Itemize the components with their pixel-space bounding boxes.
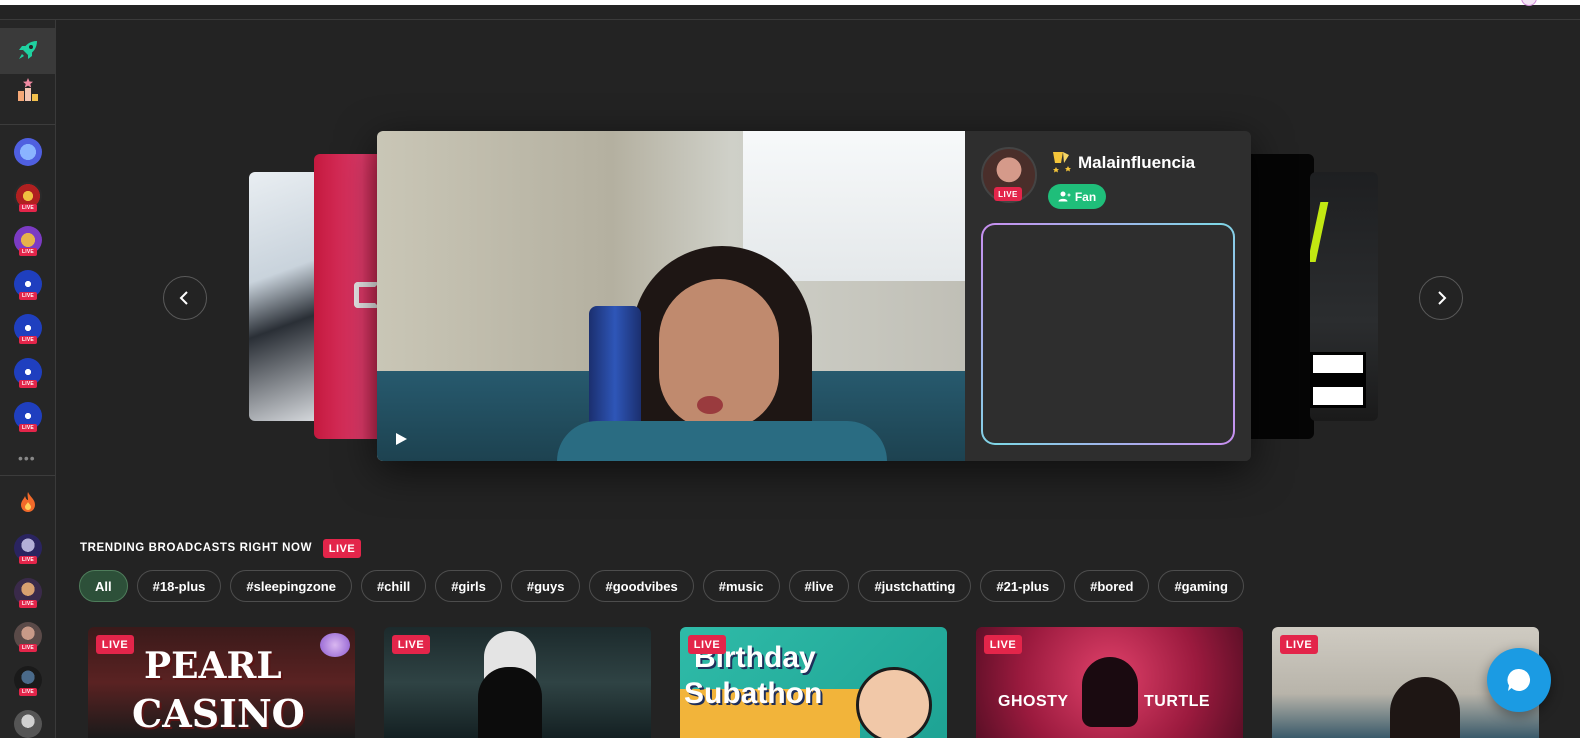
sidebar: LIVE LIVE LIVE LIVE LIVE LIVE ••• LIVE L…: [0, 20, 56, 738]
sidebar-item-pyramid-1[interactable]: LIVE: [14, 270, 42, 300]
tag-18-plus[interactable]: #18-plus: [136, 570, 222, 602]
featured-video[interactable]: [377, 131, 965, 461]
tag-live[interactable]: #live: [788, 570, 850, 602]
sidebar-divider: [0, 124, 55, 125]
sidebar-item-trending[interactable]: [14, 488, 42, 516]
dice-icon: [14, 138, 42, 166]
thumbnail-title-line2: Subathon: [684, 677, 823, 710]
video-person-lips: [697, 396, 723, 414]
sidebar-item-leaderboard[interactable]: [14, 76, 42, 104]
sidebar-item-explore[interactable]: [14, 36, 42, 64]
live-badge: LIVE: [19, 644, 37, 652]
tag-justchatting[interactable]: #justchatting: [858, 570, 972, 602]
live-badge: LIVE: [19, 204, 37, 212]
stream-thumbnail-3[interactable]: LIVE Birthday Subathon: [680, 627, 947, 738]
live-badge: LIVE: [19, 556, 37, 564]
tag-bored[interactable]: #bored: [1074, 570, 1150, 602]
chevron-right-icon: [1438, 291, 1447, 305]
thumbnail-skull-hood: [1082, 657, 1138, 727]
thumbnail-title-left: GHOSTY: [998, 693, 1069, 710]
trophy-icon: [1053, 152, 1071, 173]
sidebar-item-games[interactable]: [14, 138, 42, 166]
sidebar-divider: [0, 475, 55, 476]
video-window: [743, 131, 965, 281]
streamer-name[interactable]: Malainfluencia: [1078, 153, 1195, 173]
tag-chill[interactable]: #chill: [360, 570, 427, 602]
live-badge: LIVE: [19, 424, 37, 432]
sidebar-item-channel-2[interactable]: LIVE: [14, 578, 42, 608]
thumbnail-live-badge: LIVE: [392, 635, 430, 654]
sidebar-item-channel-4[interactable]: LIVE: [14, 666, 42, 696]
trending-live-badge: LIVE: [323, 539, 361, 558]
header-divider: [0, 19, 1580, 20]
live-badge: LIVE: [19, 248, 37, 256]
fan-button[interactable]: Fan: [1048, 184, 1106, 209]
tag-all[interactable]: All: [79, 570, 128, 602]
video-person-shirt: [557, 421, 887, 461]
sidebar-item-treasure[interactable]: LIVE: [14, 226, 42, 256]
browser-top-strip: [0, 0, 1580, 5]
live-badge: LIVE: [19, 292, 37, 300]
featured-stream-card[interactable]: LIVE Malainfluencia Fan: [377, 131, 1251, 461]
tag-sleepingzone[interactable]: #sleepingzone: [230, 570, 352, 602]
sidebar-item-channel-5[interactable]: [14, 710, 42, 738]
carousel-card-right[interactable]: [1240, 154, 1314, 439]
thumbnail-title-line1: PEARL: [144, 645, 282, 687]
live-badge: LIVE: [19, 688, 37, 696]
trending-section-title: TRENDING BROADCASTS RIGHT NOW: [80, 542, 313, 554]
live-badge: LIVE: [19, 600, 37, 608]
stream-thumbnail-1[interactable]: LIVE PEARL CASINO: [88, 627, 355, 738]
thumbnail-cartoon-face: [856, 667, 932, 738]
streamer-live-badge: LIVE: [994, 187, 1022, 201]
sidebar-item-pyramid-2[interactable]: LIVE: [14, 314, 42, 344]
carousel-card-right-far[interactable]: [1310, 172, 1378, 421]
thumbnail-decoration: [320, 633, 350, 657]
featured-info-panel: LIVE Malainfluencia Fan: [965, 131, 1251, 461]
thumbnail-live-badge: LIVE: [1280, 635, 1318, 654]
play-icon[interactable]: [393, 431, 409, 447]
more-icon[interactable]: •••: [18, 450, 36, 466]
tag-music[interactable]: #music: [702, 570, 780, 602]
tag-goodvibes[interactable]: #goodvibes: [589, 570, 694, 602]
sidebar-item-pyramid-3[interactable]: LIVE: [14, 358, 42, 388]
sidebar-item-pyramid-4[interactable]: LIVE: [14, 402, 42, 432]
thumbnail-title-line2: CASINO: [132, 691, 305, 736]
sidebar-item-channel-1[interactable]: LIVE: [14, 534, 42, 564]
chevron-left-icon: [179, 291, 188, 305]
stream-thumbnail-2[interactable]: LIVE: [384, 627, 651, 738]
chat-support-button[interactable]: [1487, 648, 1551, 712]
stream-description-box: [981, 223, 1235, 445]
parental-advisory-label: [1310, 352, 1366, 408]
rocket-icon: [19, 41, 37, 59]
tag-21-plus[interactable]: #21-plus: [980, 570, 1066, 602]
live-badge: LIVE: [19, 380, 37, 388]
leaderboard-icon: [18, 78, 38, 101]
tag-gaming[interactable]: #gaming: [1158, 570, 1244, 602]
sidebar-item-channel-3[interactable]: LIVE: [14, 622, 42, 652]
thumbnail-title-right: TURTLE: [1144, 693, 1211, 710]
chat-bubble-icon: [1507, 668, 1531, 691]
thumbnail-live-badge: LIVE: [96, 635, 134, 654]
thumbnail-ghost-robe: [478, 667, 542, 738]
card-art-stripe: [1310, 202, 1329, 262]
fan-button-label: Fan: [1074, 189, 1097, 204]
live-badge: LIVE: [19, 336, 37, 344]
carousel-prev-button[interactable]: [163, 276, 207, 320]
stream-thumbnail-4[interactable]: LIVE GHOSTY TURTLE: [976, 627, 1243, 738]
sidebar-item-roulette[interactable]: LIVE: [14, 182, 42, 212]
tag-filter-bar: All #18-plus #sleepingzone #chill #girls…: [79, 570, 1244, 602]
user-avatar[interactable]: [1521, 0, 1537, 6]
thumbnail-live-badge: LIVE: [984, 635, 1022, 654]
carousel-next-button[interactable]: [1419, 276, 1463, 320]
thumbnail-live-badge: LIVE: [688, 635, 726, 654]
add-user-icon: [1058, 191, 1071, 202]
thumbnail-person: [1390, 677, 1460, 738]
tag-girls[interactable]: #girls: [435, 570, 502, 602]
tag-guys[interactable]: #guys: [510, 570, 581, 602]
fire-icon: [21, 492, 35, 512]
